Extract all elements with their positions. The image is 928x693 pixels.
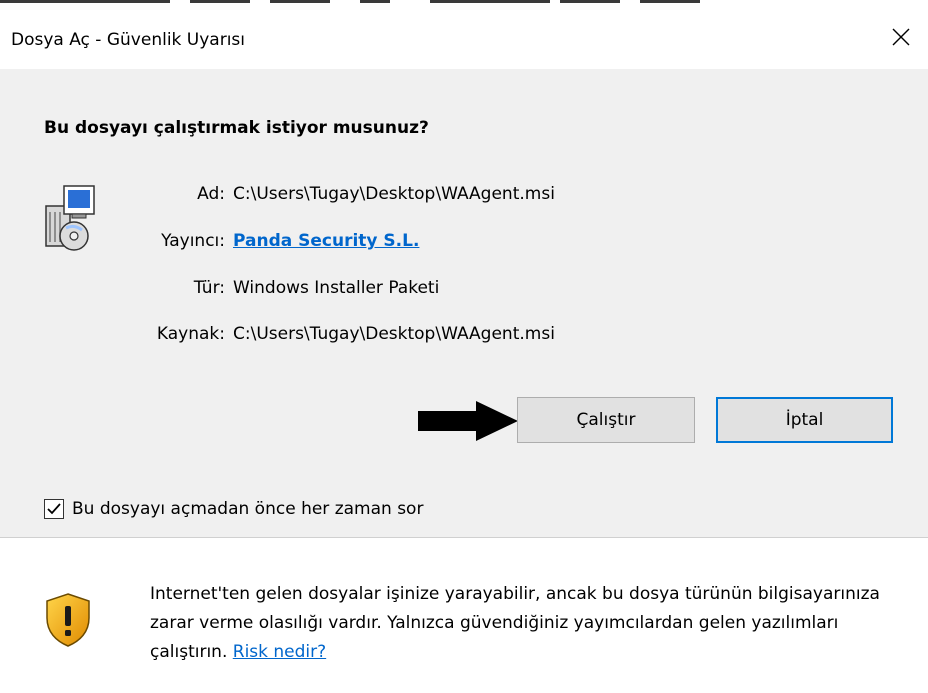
type-value: Windows Installer Paketi (233, 278, 440, 298)
always-ask-checkbox[interactable] (44, 499, 64, 519)
warning-shield-icon (46, 593, 90, 647)
name-value: C:\Users\Tugay\Desktop\WAAgent.msi (233, 184, 555, 204)
run-question-heading: Bu dosyayı çalıştırmak istiyor musunuz? (44, 118, 429, 138)
close-icon (892, 28, 910, 46)
checkmark-icon (47, 503, 61, 515)
publisher-label: Yayıncı: (161, 231, 225, 251)
title-bar: Dosya Aç - Güvenlik Uyarısı (0, 6, 928, 69)
publisher-link[interactable]: Panda Security S.L. (233, 231, 419, 251)
cancel-button[interactable]: İptal (716, 397, 893, 443)
source-value: C:\Users\Tugay\Desktop\WAAgent.msi (233, 324, 555, 344)
name-label: Ad: (197, 184, 225, 204)
security-warning-dialog: Dosya Aç - Güvenlik Uyarısı Bu dosyayı ç… (0, 6, 928, 693)
close-button[interactable] (884, 18, 928, 58)
warning-panel: Internet'ten gelen dosyalar işinize yara… (0, 538, 928, 693)
source-label: Kaynak: (156, 324, 225, 344)
always-ask-option[interactable]: Bu dosyayı açmadan önce her zaman sor (44, 497, 423, 521)
pointer-arrow-icon (418, 401, 518, 441)
type-label: Tür: (193, 278, 225, 298)
warning-message: Internet'ten gelen dosyalar işinize yara… (150, 580, 910, 667)
run-button[interactable]: Çalıştır (517, 397, 695, 443)
window-title: Dosya Aç - Güvenlik Uyarısı (11, 30, 245, 50)
always-ask-label: Bu dosyayı açmadan önce her zaman sor (72, 499, 424, 519)
risk-info-link[interactable]: Risk nedir? (233, 642, 326, 662)
